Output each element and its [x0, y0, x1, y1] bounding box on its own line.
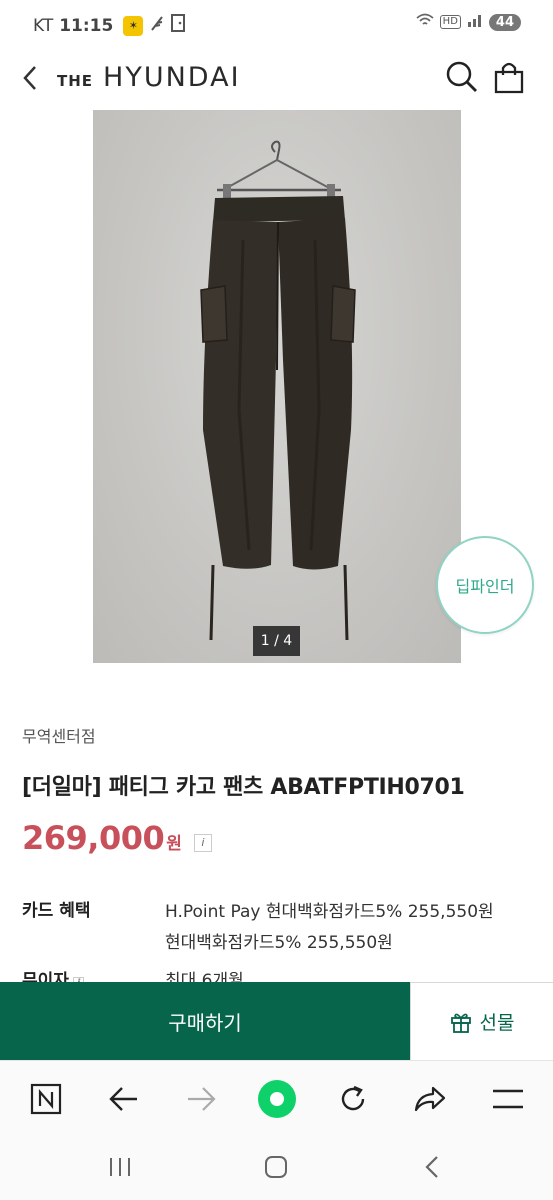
battery-badge: 44	[488, 13, 521, 31]
logo-main: HYUNDAI	[103, 62, 241, 93]
shopping-bag-button[interactable]	[491, 58, 527, 96]
system-back-button[interactable]	[412, 1150, 452, 1184]
naver-n-icon	[30, 1083, 62, 1115]
deep-finder-button[interactable]: 딥파인더	[436, 536, 534, 634]
home-icon	[265, 1156, 287, 1178]
hd-voice-badge: HD	[439, 15, 461, 29]
page: KT 11:15 ✶ HD 44 THE HYUNDAI 1 / 4 딥파인더 …	[0, 0, 553, 1200]
gift-icon	[450, 1013, 471, 1033]
price-row: 269,000 원 i	[22, 819, 212, 857]
product-title: [더일마] 패티그 카고 팬츠 ABATFPTIH0701	[22, 775, 465, 800]
brand-logo[interactable]: THE HYUNDAI	[57, 62, 241, 93]
arrow-left-icon	[109, 1087, 137, 1111]
recent-apps-icon	[110, 1158, 130, 1176]
card-benefit-line-2: 현대백화점카드5% 255,550원	[165, 933, 393, 953]
signal-icon	[467, 13, 483, 31]
arrow-right-icon	[188, 1087, 216, 1111]
home-button[interactable]	[256, 1150, 296, 1184]
buy-button[interactable]: 구매하기	[0, 982, 410, 1060]
notification-app-icon: ✶	[123, 15, 144, 36]
gift-button[interactable]: 선물	[410, 982, 553, 1060]
menu-icon	[493, 1089, 523, 1109]
clock: 11:15	[59, 15, 114, 36]
app-header: THE HYUNDAI	[0, 50, 553, 106]
status-right: HD 44	[416, 13, 521, 31]
image-counter: 1 / 4	[253, 626, 300, 656]
status-bar: KT 11:15 ✶ HD 44	[0, 0, 553, 50]
share-icon	[414, 1086, 446, 1112]
purchase-action-bar: 구매하기 선물	[0, 982, 553, 1060]
cargo-pants-illustration	[200, 140, 356, 641]
browser-home-button[interactable]	[26, 1079, 66, 1119]
browser-share-button[interactable]	[410, 1079, 450, 1119]
recent-apps-button[interactable]	[100, 1150, 140, 1184]
browser-toolbar	[0, 1060, 553, 1136]
back-button[interactable]	[14, 60, 46, 96]
card-benefit-label: 카드 혜택	[22, 901, 91, 921]
browser-green-button[interactable]	[257, 1079, 297, 1119]
system-navigation-bar	[0, 1136, 553, 1200]
price-unit: 원	[166, 834, 182, 854]
chevron-left-icon	[23, 66, 36, 90]
gift-label: 선물	[479, 1012, 515, 1034]
search-button[interactable]	[444, 58, 480, 96]
door-icon	[171, 14, 186, 37]
store-name[interactable]: 무역센터점	[22, 723, 96, 747]
price-value: 269,000	[22, 819, 165, 857]
wifi-icon	[416, 13, 434, 31]
card-benefit-line-1: H.Point Pay 현대백화점카드5% 255,550원	[165, 902, 494, 922]
browser-reload-button[interactable]	[333, 1079, 373, 1119]
browser-forward-button[interactable]	[181, 1079, 221, 1119]
search-icon	[446, 61, 477, 92]
logo-prefix: THE	[57, 72, 94, 90]
green-dot-icon	[258, 1080, 296, 1118]
status-left: KT 11:15 ✶	[33, 14, 186, 37]
carrier-label: KT	[33, 15, 54, 36]
system-back-icon	[425, 1156, 438, 1178]
shopping-bag-icon	[494, 62, 524, 94]
feather-icon	[149, 14, 165, 37]
browser-back-button[interactable]	[104, 1079, 144, 1119]
reload-icon	[341, 1085, 365, 1111]
product-image[interactable]	[93, 110, 461, 663]
browser-menu-button[interactable]	[488, 1079, 528, 1119]
price-info-icon[interactable]: i	[193, 833, 212, 852]
